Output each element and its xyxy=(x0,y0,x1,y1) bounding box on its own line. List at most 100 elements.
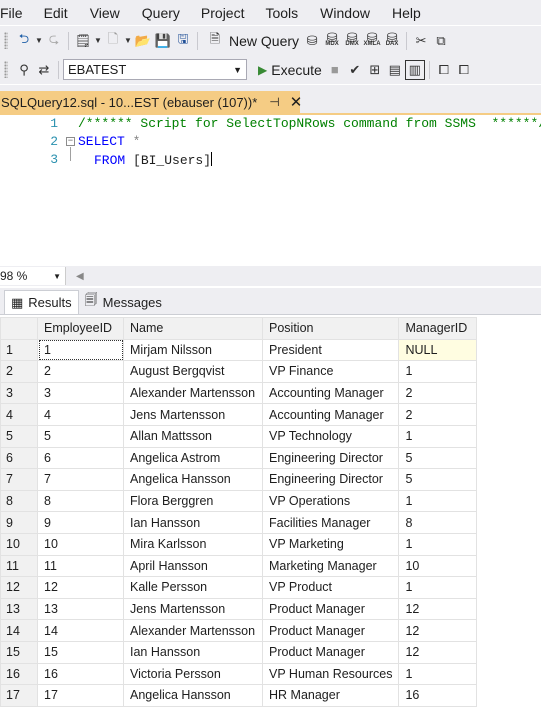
estimated-plan-icon[interactable]: ⧠ xyxy=(434,60,454,80)
table-cell: Product Manager xyxy=(261,597,400,621)
close-icon[interactable]: ✕ xyxy=(290,93,303,111)
menu-view[interactable]: View xyxy=(90,5,120,21)
row-number[interactable]: 11 xyxy=(0,554,38,578)
table-cell: VP Product xyxy=(261,576,400,599)
row-number[interactable]: 16 xyxy=(0,662,38,686)
row-number[interactable]: 8 xyxy=(0,489,38,513)
forward-icon[interactable]: ⮎ xyxy=(44,31,64,51)
menu-query[interactable]: Query xyxy=(142,5,180,21)
table-row[interactable]: 12 12 Kalle Persson VP Product 1 xyxy=(0,576,478,599)
execute-button[interactable]: ▶ Execute xyxy=(255,59,325,81)
stop-icon[interactable]: ■ xyxy=(325,60,345,80)
row-number[interactable]: 13 xyxy=(0,597,38,621)
query-plan-icon[interactable]: ⊞ xyxy=(365,60,385,80)
column-header[interactable]: Name xyxy=(123,317,263,340)
cut-icon[interactable]: ✂ xyxy=(411,31,431,51)
row-number[interactable]: 9 xyxy=(0,511,38,534)
column-header[interactable]: Position xyxy=(261,317,400,340)
table-row[interactable]: 6 6 Angelica Astrom Engineering Director 5 xyxy=(0,446,478,470)
results-to-grid-icon[interactable]: ▥ xyxy=(404,59,425,80)
toolbar-grip[interactable] xyxy=(4,61,8,78)
table-cell: 1 xyxy=(398,489,478,513)
menu-tools[interactable]: Tools xyxy=(265,5,298,21)
table-cell: VP Human Resources xyxy=(261,662,400,686)
sql-editor-toolbar: ⚲ ⇄ EBATEST ▼ ▶ Execute ■ ✔ ⊞ ▤ ▥ ⧠ ⧠ xyxy=(0,55,541,84)
copy-icon[interactable]: ⧉ xyxy=(431,31,451,51)
tab-messages[interactable]: 🗐 Messages xyxy=(78,290,168,314)
pin-icon[interactable]: ⊣ xyxy=(269,95,279,109)
table-row[interactable]: 3 3 Alexander Martensson Accounting Manager… xyxy=(0,381,478,405)
mdx-query-icon[interactable]: ⛁ MDX xyxy=(322,31,342,51)
row-number[interactable]: 4 xyxy=(0,403,38,426)
menu-window[interactable]: Window xyxy=(320,5,370,21)
results-to-text-icon[interactable]: ▤ xyxy=(385,60,405,80)
table-row[interactable]: 9 9 Ian Hansson Facilities Manager 8 xyxy=(0,511,478,534)
new-query-button[interactable]: 🗎 New Query xyxy=(202,30,302,52)
row-number[interactable]: 2 xyxy=(0,360,38,383)
results-grid[interactable]: EmployeeID Name Position ManagerID 1 1 Mir… xyxy=(0,314,541,721)
messages-icon: 🗐 xyxy=(84,292,98,307)
menu-help[interactable]: Help xyxy=(392,5,421,21)
new-project-icon[interactable]: 🗒 xyxy=(73,31,93,51)
table-row[interactable]: 13 13 Jens Martensson Product Manager 12 xyxy=(0,597,478,621)
table-row[interactable]: 15 15 Ian Hansson Product Manager 12 xyxy=(0,640,478,664)
xmla-query-icon[interactable]: ⛁ XMLA xyxy=(362,31,382,51)
line-number: 3 xyxy=(50,152,58,167)
actual-plan-icon[interactable]: ⧠ xyxy=(454,60,474,80)
table-row[interactable]: 11 11 April Hansson Marketing Manager 10 xyxy=(0,554,478,578)
table-row[interactable]: 4 4 Jens Martensson Accounting Manager 2 xyxy=(0,403,478,426)
grid-corner[interactable] xyxy=(0,317,38,340)
query-editor[interactable]: 1 2 3 − /****** Script for SelectTopNRow… xyxy=(0,116,541,266)
dmx-query-icon[interactable]: ⛁ DMX xyxy=(342,31,362,51)
database-engine-query-icon[interactable]: ⛁ xyxy=(302,31,322,51)
row-number[interactable]: 15 xyxy=(0,640,38,664)
table-row[interactable]: 16 16 Victoria Persson VP Human Resources 1 xyxy=(0,662,478,686)
save-all-icon[interactable]: 🖫 xyxy=(173,31,193,51)
row-number[interactable]: 5 xyxy=(0,424,38,448)
chevron-down-icon[interactable]: ▼ xyxy=(123,31,133,51)
table-cell: 1 xyxy=(398,360,478,383)
table-cell: VP Finance xyxy=(261,360,400,383)
row-number[interactable]: 3 xyxy=(0,381,38,405)
scroll-left-icon[interactable]: ◀ xyxy=(76,271,84,282)
row-number[interactable]: 7 xyxy=(0,468,38,491)
table-row[interactable]: 2 2 August Bergqvist VP Finance 1 xyxy=(0,360,478,383)
column-header[interactable]: EmployeeID xyxy=(37,317,124,340)
database-select[interactable]: EBATEST ▼ xyxy=(63,59,247,80)
row-number[interactable]: 14 xyxy=(0,619,38,642)
add-item-icon[interactable]: 🗋 xyxy=(103,31,123,51)
menu-project[interactable]: Project xyxy=(201,5,245,21)
column-header[interactable]: ManagerID xyxy=(398,317,478,340)
connect-icon[interactable]: ⚲ xyxy=(14,60,34,80)
row-number[interactable]: 1 xyxy=(0,338,38,362)
table-row[interactable]: 10 10 Mira Karlsson VP Marketing 1 xyxy=(0,532,478,556)
code-line-2: SELECT * xyxy=(78,134,140,149)
back-icon[interactable]: ⮌ xyxy=(14,31,34,51)
collapse-icon[interactable]: − xyxy=(66,137,75,146)
zoom-select[interactable]: 98 % ▼ xyxy=(0,267,66,285)
table-cell: 1 xyxy=(398,532,478,556)
table-row[interactable]: 7 7 Angelica Hansson Engineering Director 5 xyxy=(0,468,478,491)
table-cell: 4 xyxy=(37,403,124,426)
toolbar-grip[interactable] xyxy=(4,32,8,49)
row-number[interactable]: 6 xyxy=(0,446,38,470)
dax-query-icon[interactable]: ⛁ DAX xyxy=(382,31,402,51)
document-tab[interactable]: SQLQuery12.sql - 10...EST (ebauser (107)… xyxy=(0,91,303,113)
menu-edit[interactable]: Edit xyxy=(44,5,68,21)
table-row[interactable]: 8 8 Flora Berggren VP Operations 1 xyxy=(0,489,478,513)
save-icon[interactable]: 💾 xyxy=(153,31,173,51)
table-row[interactable]: 1 1 Mirjam Nilsson President NULL xyxy=(0,338,478,362)
change-connection-icon[interactable]: ⇄ xyxy=(34,60,54,80)
chevron-down-icon[interactable]: ▼ xyxy=(34,31,44,51)
row-number[interactable]: 17 xyxy=(0,684,38,707)
open-folder-icon[interactable]: 📂 xyxy=(133,31,153,51)
table-row[interactable]: 14 14 Alexander Martensson Product Manager 1… xyxy=(0,619,478,642)
table-row[interactable]: 17 17 Angelica Hansson HR Manager 16 xyxy=(0,684,478,707)
chevron-down-icon[interactable]: ▼ xyxy=(93,31,103,51)
tab-results[interactable]: ▦ Results xyxy=(4,290,79,314)
row-number[interactable]: 10 xyxy=(0,532,38,556)
menu-file[interactable]: File xyxy=(0,5,23,21)
table-row[interactable]: 5 5 Allan Mattsson VP Technology 1 xyxy=(0,424,478,448)
row-number[interactable]: 12 xyxy=(0,576,38,599)
parse-check-icon[interactable]: ✔ xyxy=(345,60,365,80)
